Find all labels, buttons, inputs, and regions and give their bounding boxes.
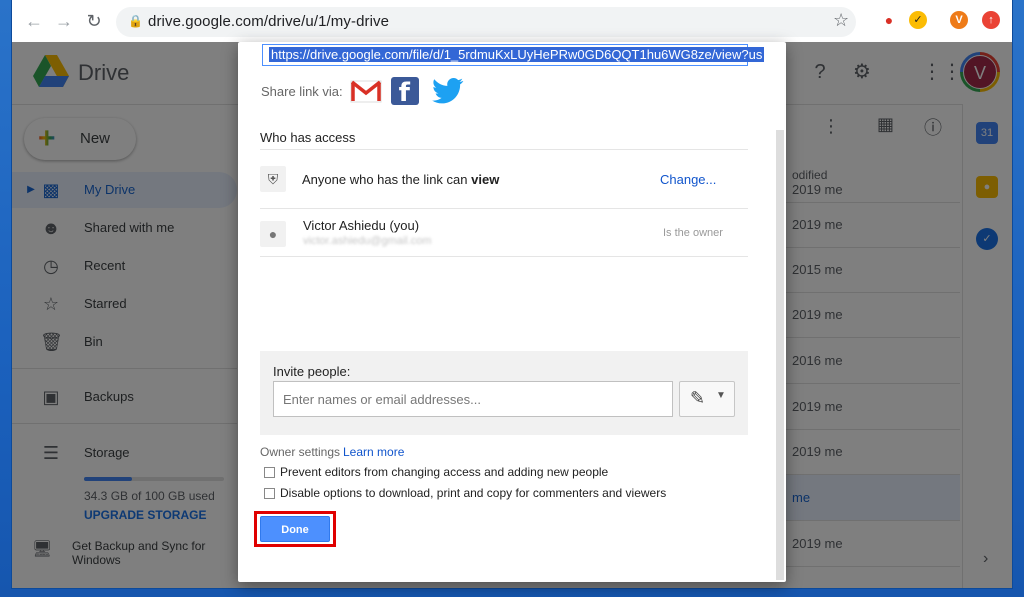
extension-norton-icon[interactable]: ✓ <box>909 11 927 29</box>
share-via-label: Share link via: <box>261 84 343 99</box>
facebook-icon[interactable]: f <box>391 77 419 105</box>
browser-toolbar: ← → ↻ 🔒 drive.google.com/drive/u/1/my-dr… <box>12 0 1012 43</box>
reload-icon[interactable]: ↻ <box>84 11 104 31</box>
invite-email-input[interactable] <box>273 381 673 417</box>
bookmark-star-icon[interactable]: ☆ <box>833 10 849 31</box>
gmail-icon[interactable] <box>350 78 382 104</box>
divider <box>260 149 748 150</box>
learn-more-link[interactable]: Learn more <box>343 445 404 459</box>
invite-section: Invite people: ✎ ▼ <box>260 351 748 435</box>
owner-name: Victor Ashiedu (you) <box>303 218 420 233</box>
access-prefix: Anyone who has the link can <box>302 172 468 187</box>
owner-email: victor.ashiedu@gmail.com <box>303 235 432 247</box>
done-button[interactable]: Done <box>260 516 330 542</box>
share-link-field[interactable]: https://drive.google.com/file/d/1_5rdmuK… <box>262 44 765 66</box>
lock-icon: 🔒 <box>128 14 143 28</box>
who-has-access-heading: Who has access <box>260 130 356 145</box>
access-level: view <box>471 172 500 187</box>
link-access-text: Anyone who has the link can view <box>302 172 499 187</box>
change-access-link[interactable]: Change... <box>660 172 716 187</box>
divider <box>260 208 748 209</box>
url-text: drive.google.com/drive/u/1/my-drive <box>148 13 390 30</box>
dialog-scrollbar[interactable] <box>776 130 784 580</box>
profile-avatar[interactable]: V <box>950 11 968 29</box>
pencil-icon: ✎ <box>690 388 706 408</box>
caret-down-icon: ▼ <box>716 390 726 401</box>
invite-people-label: Invite people: <box>273 364 351 379</box>
disable-download-label[interactable]: Disable options to download, print and c… <box>280 486 666 500</box>
update-icon[interactable]: ↑ <box>982 11 1000 29</box>
twitter-icon[interactable] <box>432 78 464 104</box>
prevent-editors-label[interactable]: Prevent editors from changing access and… <box>280 465 608 479</box>
scrollbar-thumb[interactable] <box>776 130 784 580</box>
back-arrow-icon[interactable]: ← <box>24 11 44 31</box>
person-icon: ● <box>260 221 286 247</box>
prevent-editors-checkbox[interactable] <box>264 467 275 478</box>
owner-role: Is the owner <box>663 227 723 239</box>
permission-dropdown[interactable]: ✎ ▼ <box>679 381 735 417</box>
disable-download-checkbox[interactable] <box>264 488 275 499</box>
extension-icon[interactable]: ● <box>880 11 898 29</box>
share-link-text: https://drive.google.com/file/d/1_5rdmuK… <box>269 47 765 62</box>
forward-arrow-icon[interactable]: → <box>54 11 74 31</box>
owner-settings-label: Owner settings <box>260 445 341 459</box>
address-bar[interactable]: 🔒 drive.google.com/drive/u/1/my-drive ☆ <box>116 7 856 37</box>
divider <box>260 256 748 257</box>
share-dialog: https://drive.google.com/file/d/1_5rdmuK… <box>238 42 786 582</box>
link-access-icon: ⛨ <box>260 166 286 192</box>
